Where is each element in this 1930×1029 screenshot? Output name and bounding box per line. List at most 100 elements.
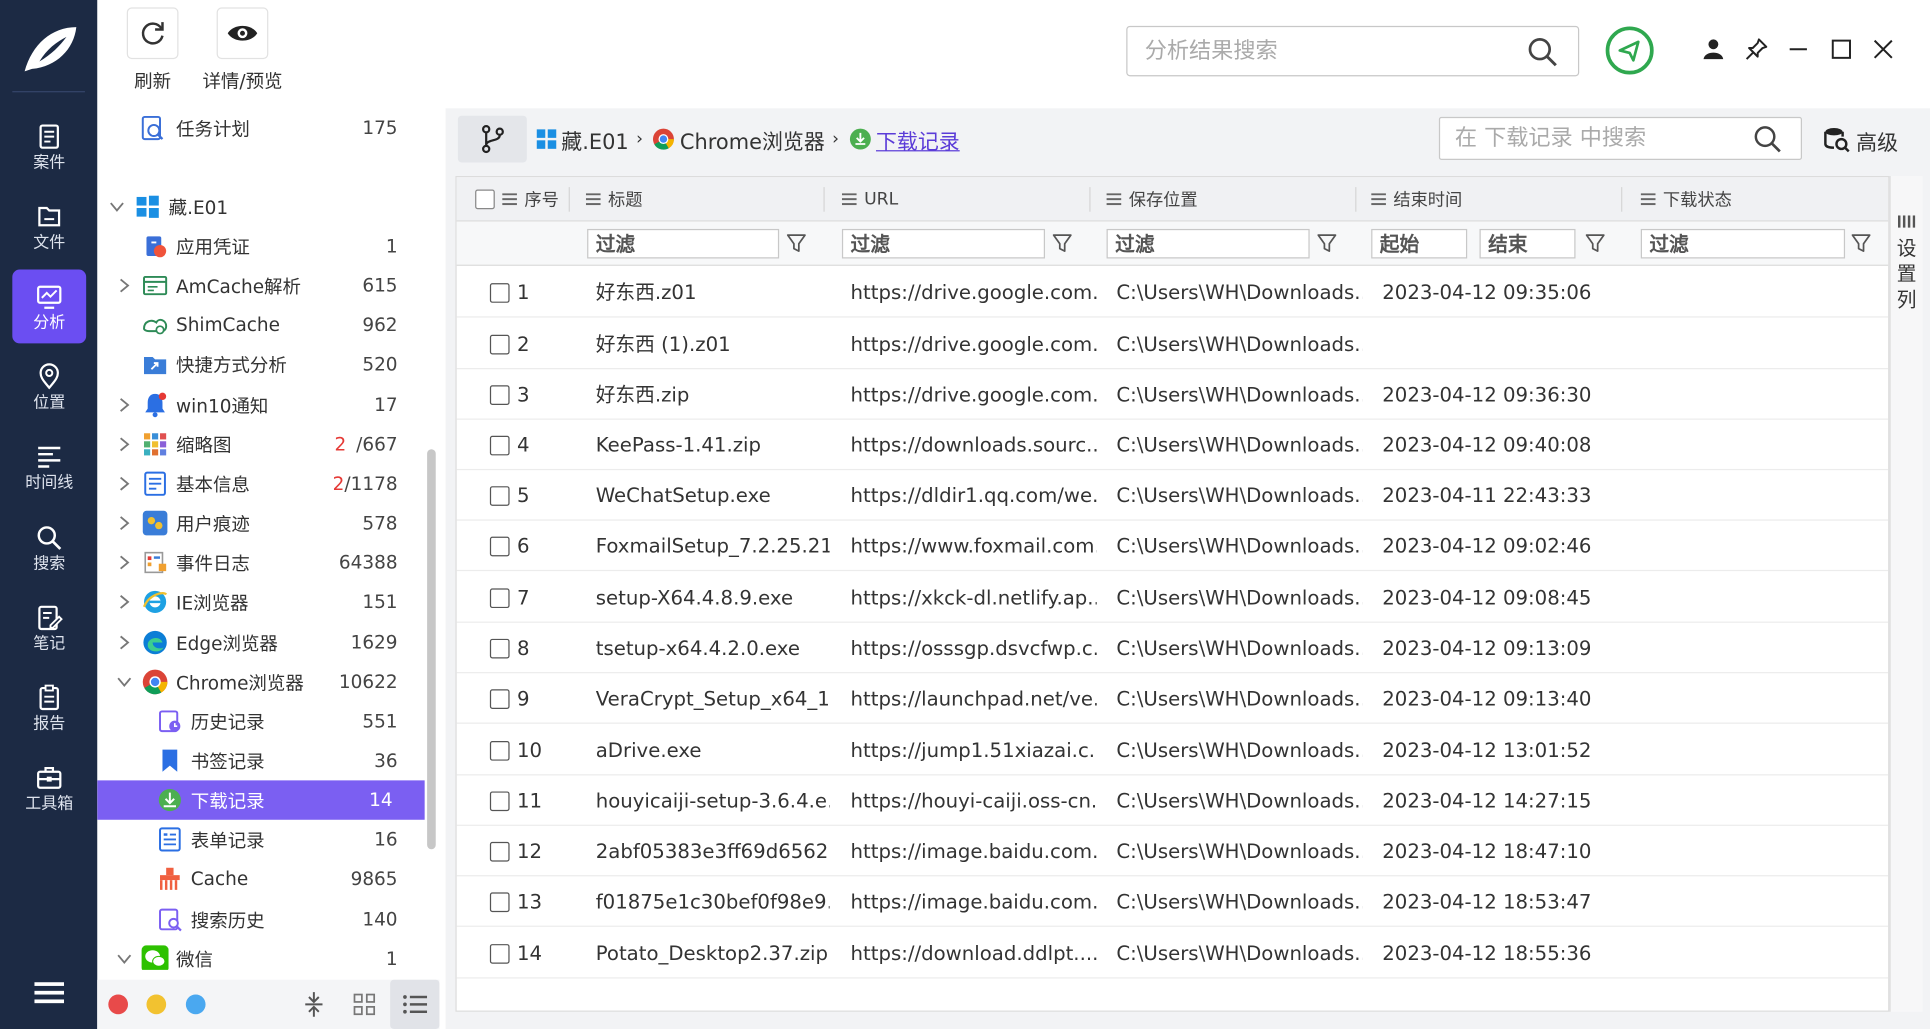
tree-item-history[interactable]: 历史记录 551 [97,702,429,741]
table-row[interactable]: 1 好东西.z01 https://drive.google.com... C:\Us… [456,267,1889,318]
row-checkbox[interactable] [489,536,510,557]
column-header-title[interactable]: 标题 [585,177,643,221]
tree-item-cache[interactable]: Cache 9865 [97,859,429,898]
nav-item-toolbox[interactable]: 工具箱 [12,751,86,825]
column-menu-icon[interactable] [1640,193,1656,206]
grid-view-icon[interactable] [347,987,381,1021]
breadcrumb-current[interactable]: 下载记录 [876,124,960,155]
chevron-right-icon[interactable] [117,437,132,452]
tree-item-thumbnail[interactable]: 缩略图 2/667 [97,425,429,464]
end-time-start-input[interactable] [1371,228,1468,259]
nav-item-location[interactable]: 位置 [12,350,86,424]
chevron-down-icon[interactable] [117,675,132,690]
hamburger-menu-icon[interactable] [32,980,66,1007]
tree-item-shimcache[interactable]: ShimCache 962 [97,305,429,344]
refresh-button[interactable]: 刷新 [113,7,192,96]
row-checkbox[interactable] [489,385,510,405]
select-all-checkbox[interactable] [475,189,495,210]
tree-item-basic-info[interactable]: 基本信息 2/1178 [97,464,429,503]
advanced-search-button[interactable]: 高级 [1822,122,1908,159]
end-time-end-input[interactable] [1479,228,1576,259]
filter-icon[interactable] [1585,234,1605,254]
red-dot-filter[interactable] [108,994,129,1015]
chevron-right-icon[interactable] [117,398,132,413]
table-row[interactable]: 12 2abf05383e3ff69d6562... https://image.b… [456,826,1889,877]
tree-item-app-credential[interactable]: 应用凭证 1 [97,226,429,265]
chevron-right-icon[interactable] [117,476,132,491]
table-row[interactable]: 8 tsetup-x64.4.2.0.exe https://osssgp.dsvc… [456,623,1889,674]
nav-item-analysis[interactable]: 分析 [12,269,87,344]
table-row[interactable]: 4 KeePass-1.41.zip https://downloads.sourc… [456,420,1889,471]
title-filter-input[interactable] [587,228,780,259]
column-menu-icon[interactable] [502,193,517,206]
nav-item-timeline[interactable]: 时间线 [12,430,86,504]
row-checkbox[interactable] [489,791,510,812]
table-row[interactable]: 3 好东西.zip https://drive.google.com... C:\Us… [456,369,1889,420]
row-checkbox[interactable] [489,435,510,456]
table-row[interactable]: 9 VeraCrypt_Setup_x64_1.... https://launch… [456,673,1889,724]
tree-item-user-trace[interactable]: 用户痕迹 578 [97,503,429,542]
branch-toggle-button[interactable] [457,115,527,163]
row-checkbox[interactable] [489,841,510,862]
save-path-filter-input[interactable] [1106,228,1310,259]
breadcrumb-evidence[interactable]: 藏.E01 [561,124,628,155]
connection-status-icon[interactable] [1605,26,1654,75]
row-checkbox[interactable] [489,689,510,709]
tree-item-edge-browser[interactable]: Edge浏览器 1629 [97,623,429,662]
column-divider[interactable] [1621,187,1623,212]
column-header-end-time[interactable]: 结束时间 [1371,177,1462,221]
column-header-no[interactable]: 序号 [502,177,559,221]
row-checkbox[interactable] [489,638,510,659]
local-search-input[interactable] [1438,116,1802,161]
chevron-right-icon[interactable] [117,635,132,650]
url-filter-input[interactable] [841,228,1046,259]
nav-item-note[interactable]: 笔记 [12,591,86,665]
table-row[interactable]: 7 setup-X64.4.8.9.exe https://xkck-dl.netl… [456,572,1889,623]
detail-preview-button[interactable]: 详情/预览 [197,7,288,96]
tree-item-ie-browser[interactable]: IE浏览器 151 [97,582,429,621]
table-row[interactable]: 5 WeChatSetup.exe https://dldir1.qq.com/we… [456,470,1889,521]
yellow-dot-filter[interactable] [146,994,167,1015]
tree-scrollbar[interactable] [427,449,436,850]
column-menu-icon[interactable] [585,193,601,206]
tree-item-forms[interactable]: 表单记录 16 [97,820,429,859]
search-icon[interactable] [1526,36,1558,68]
tree-item-search-history[interactable]: 搜索历史 140 [97,900,429,939]
filter-icon[interactable] [1317,234,1337,254]
chevron-down-icon[interactable] [110,199,125,214]
table-row[interactable]: 6 FoxmailSetup_7.2.25.21... https://www.fo… [456,521,1889,572]
chevron-right-icon[interactable] [117,278,132,293]
global-search-input[interactable] [1126,25,1580,77]
row-checkbox[interactable] [489,334,510,355]
chevron-right-icon[interactable] [117,595,132,610]
nav-item-search[interactable]: 搜索 [12,511,86,585]
nav-item-file[interactable]: 文件 [12,190,86,264]
row-checkbox[interactable] [489,944,510,964]
row-checkbox[interactable] [489,486,510,506]
download-status-filter-input[interactable] [1640,228,1846,259]
table-row[interactable]: 14 Potato_Desktop2.37.zip https://download… [456,928,1889,979]
table-row[interactable]: 11 houyicaiji-setup-3.6.4.e... https://hou… [456,775,1889,826]
tree-item-amcache[interactable]: AmCache解析 615 [97,266,429,305]
column-menu-icon[interactable] [841,193,857,206]
row-checkbox[interactable] [489,740,510,761]
row-checkbox[interactable] [489,283,510,303]
collapse-all-icon[interactable] [297,987,331,1021]
blue-dot-filter[interactable] [185,994,206,1015]
column-divider[interactable] [1089,187,1091,212]
tree-item-evidence-e01[interactable]: 藏.E01 [97,187,429,226]
chevron-down-icon[interactable] [117,951,132,966]
filter-icon[interactable] [786,234,807,254]
column-divider[interactable] [568,187,570,212]
user-icon[interactable] [1701,37,1726,62]
chevron-right-icon[interactable] [117,516,132,531]
filter-icon[interactable] [1052,234,1072,254]
table-row[interactable]: 2 好东西 (1).z01 https://drive.google.com... C… [456,319,1889,370]
row-checkbox[interactable] [489,892,510,913]
list-view-icon[interactable] [390,979,440,1029]
nav-item-case[interactable]: 案件 [12,110,86,184]
maximize-icon[interactable] [1829,37,1854,62]
table-row[interactable]: 10 aDrive.exe https://jump1.51xiazai.c... C… [456,725,1889,776]
tree-item-wechat[interactable]: 微信 1 [97,939,429,970]
tree-item-bookmarks[interactable]: 书签记录 36 [97,741,429,780]
